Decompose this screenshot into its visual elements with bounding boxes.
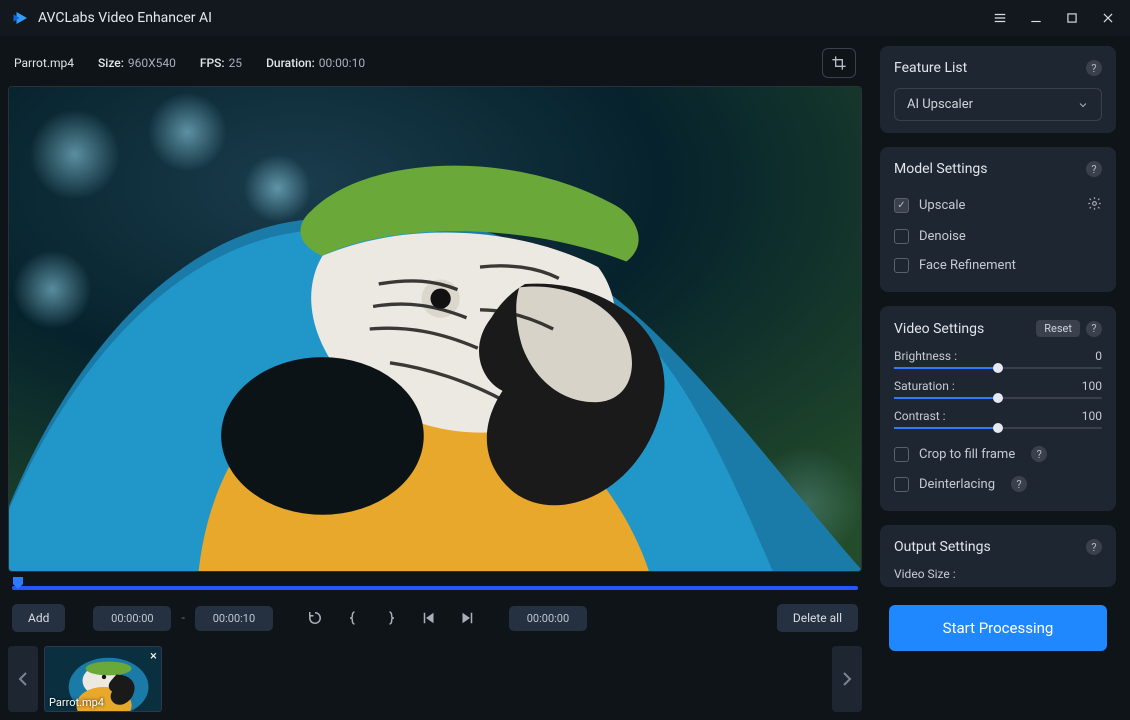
close-icon: [1101, 11, 1115, 25]
face-refinement-checkbox[interactable]: [894, 258, 909, 273]
undo-icon: [306, 609, 324, 627]
reset-button[interactable]: Reset: [1036, 320, 1080, 337]
time-out-field[interactable]: 00:00:10: [195, 606, 273, 631]
output-settings-title: Output Settings: [894, 539, 991, 555]
feature-select-value: AI Upscaler: [907, 97, 973, 112]
time-in-field[interactable]: 00:00:00: [93, 606, 171, 631]
denoise-checkbox[interactable]: [894, 229, 909, 244]
contrast-value: 100: [1082, 409, 1102, 423]
video-size-label: Video Size :: [894, 567, 1102, 581]
playhead-field[interactable]: 00:00:00: [509, 606, 587, 631]
video-settings-panel: Video Settings Reset ? Brightness : 0 Sat…: [880, 306, 1116, 511]
crop-fill-row[interactable]: Crop to fill frame ?: [894, 439, 1102, 469]
clip-thumbnail[interactable]: × Parrot.mp4: [44, 646, 162, 712]
size-info: Size:960X540: [98, 56, 176, 70]
chevron-down-icon: [1077, 99, 1089, 111]
brace-right-icon: [382, 609, 400, 627]
remove-clip-button[interactable]: ×: [150, 649, 157, 664]
feature-list-title: Feature List: [894, 60, 967, 76]
output-settings-panel: Output Settings ? Video Size :: [880, 525, 1116, 587]
feature-list-help[interactable]: ?: [1086, 60, 1102, 76]
model-settings-panel: Model Settings ? Upscale Denoise Face Re…: [880, 147, 1116, 292]
crop-fill-help[interactable]: ?: [1031, 446, 1047, 462]
skip-forward-icon: [458, 609, 476, 627]
hamburger-icon: [993, 11, 1007, 25]
thumb-next-button[interactable]: [832, 646, 862, 712]
mark-out-button[interactable]: [377, 604, 405, 632]
prev-frame-button[interactable]: [415, 604, 443, 632]
chevron-right-icon: [842, 672, 852, 686]
timeline-track[interactable]: [12, 586, 858, 590]
add-button[interactable]: Add: [12, 604, 65, 632]
upscale-checkbox[interactable]: [894, 198, 909, 213]
mark-in-button[interactable]: [339, 604, 367, 632]
app-title: AVCLabs Video Enhancer AI: [38, 10, 212, 26]
brightness-value: 0: [1095, 349, 1102, 363]
duration-info: Duration:00:00:10: [266, 56, 365, 70]
saturation-label: Saturation :: [894, 379, 955, 393]
saturation-value: 100: [1082, 379, 1102, 393]
close-button[interactable]: [1098, 8, 1118, 28]
crop-icon: [831, 55, 847, 71]
video-settings-help[interactable]: ?: [1086, 321, 1102, 337]
minimize-icon: [1029, 11, 1043, 25]
delete-all-button[interactable]: Delete all: [777, 604, 858, 632]
saturation-slider[interactable]: Saturation : 100: [894, 379, 1102, 399]
next-frame-button[interactable]: [453, 604, 481, 632]
app-logo: AVCLabs Video Enhancer AI: [12, 9, 212, 27]
feature-select[interactable]: AI Upscaler: [894, 88, 1102, 121]
logo-icon: [12, 9, 30, 27]
fps-info: FPS:25: [200, 56, 242, 70]
video-settings-title: Video Settings: [894, 321, 984, 337]
maximize-icon: [1065, 11, 1079, 25]
output-settings-help[interactable]: ?: [1086, 539, 1102, 555]
deinterlace-label: Deinterlacing: [919, 477, 995, 492]
maximize-button[interactable]: [1062, 8, 1082, 28]
contrast-label: Contrast :: [894, 409, 946, 423]
feature-list-panel: Feature List ? AI Upscaler: [880, 46, 1116, 133]
upscale-settings-button[interactable]: [1087, 196, 1102, 215]
menu-button[interactable]: [990, 8, 1010, 28]
face-refinement-row[interactable]: Face Refinement: [894, 251, 1102, 280]
filename: Parrot.mp4: [14, 56, 74, 70]
deinterlace-row[interactable]: Deinterlacing ?: [894, 469, 1102, 499]
upscale-label: Upscale: [919, 198, 965, 213]
gear-icon: [1087, 196, 1102, 211]
start-processing-button[interactable]: Start Processing: [889, 605, 1107, 651]
playhead-indicator[interactable]: [12, 576, 24, 590]
brightness-label: Brightness :: [894, 349, 957, 363]
deinterlace-help[interactable]: ?: [1011, 476, 1027, 492]
contrast-slider[interactable]: Contrast : 100: [894, 409, 1102, 429]
titlebar: AVCLabs Video Enhancer AI: [0, 0, 1130, 36]
denoise-label: Denoise: [919, 229, 966, 244]
crop-fill-checkbox[interactable]: [894, 447, 909, 462]
face-refinement-label: Face Refinement: [919, 258, 1016, 273]
undo-button[interactable]: [301, 604, 329, 632]
denoise-row[interactable]: Denoise: [894, 222, 1102, 251]
deinterlace-checkbox[interactable]: [894, 477, 909, 492]
time-dash: -: [181, 611, 185, 626]
thumbnail-strip: × Parrot.mp4: [8, 646, 862, 712]
window-controls: [990, 8, 1118, 28]
timeline[interactable]: [8, 580, 862, 590]
file-info-bar: Parrot.mp4 Size:960X540 FPS:25 Duration:…: [8, 44, 862, 86]
brace-left-icon: [344, 609, 362, 627]
crop-button[interactable]: [822, 48, 856, 78]
model-settings-title: Model Settings: [894, 161, 988, 177]
main-area: Parrot.mp4 Size:960X540 FPS:25 Duration:…: [0, 36, 870, 720]
skip-back-icon: [420, 609, 438, 627]
brightness-slider[interactable]: Brightness : 0: [894, 349, 1102, 369]
model-settings-help[interactable]: ?: [1086, 161, 1102, 177]
video-preview[interactable]: [8, 86, 862, 572]
thumbnail-label: Parrot.mp4: [49, 696, 104, 709]
crop-fill-label: Crop to fill frame: [919, 447, 1015, 462]
settings-sidebar: Feature List ? AI Upscaler Model Setting…: [870, 36, 1130, 720]
minimize-button[interactable]: [1026, 8, 1046, 28]
chevron-left-icon: [18, 672, 28, 686]
thumb-prev-button[interactable]: [8, 646, 38, 712]
preview-image: [9, 87, 861, 571]
playback-controls: Add 00:00:00 - 00:00:10 00:00:00 Delete …: [8, 590, 862, 646]
upscale-row[interactable]: Upscale: [894, 189, 1102, 222]
